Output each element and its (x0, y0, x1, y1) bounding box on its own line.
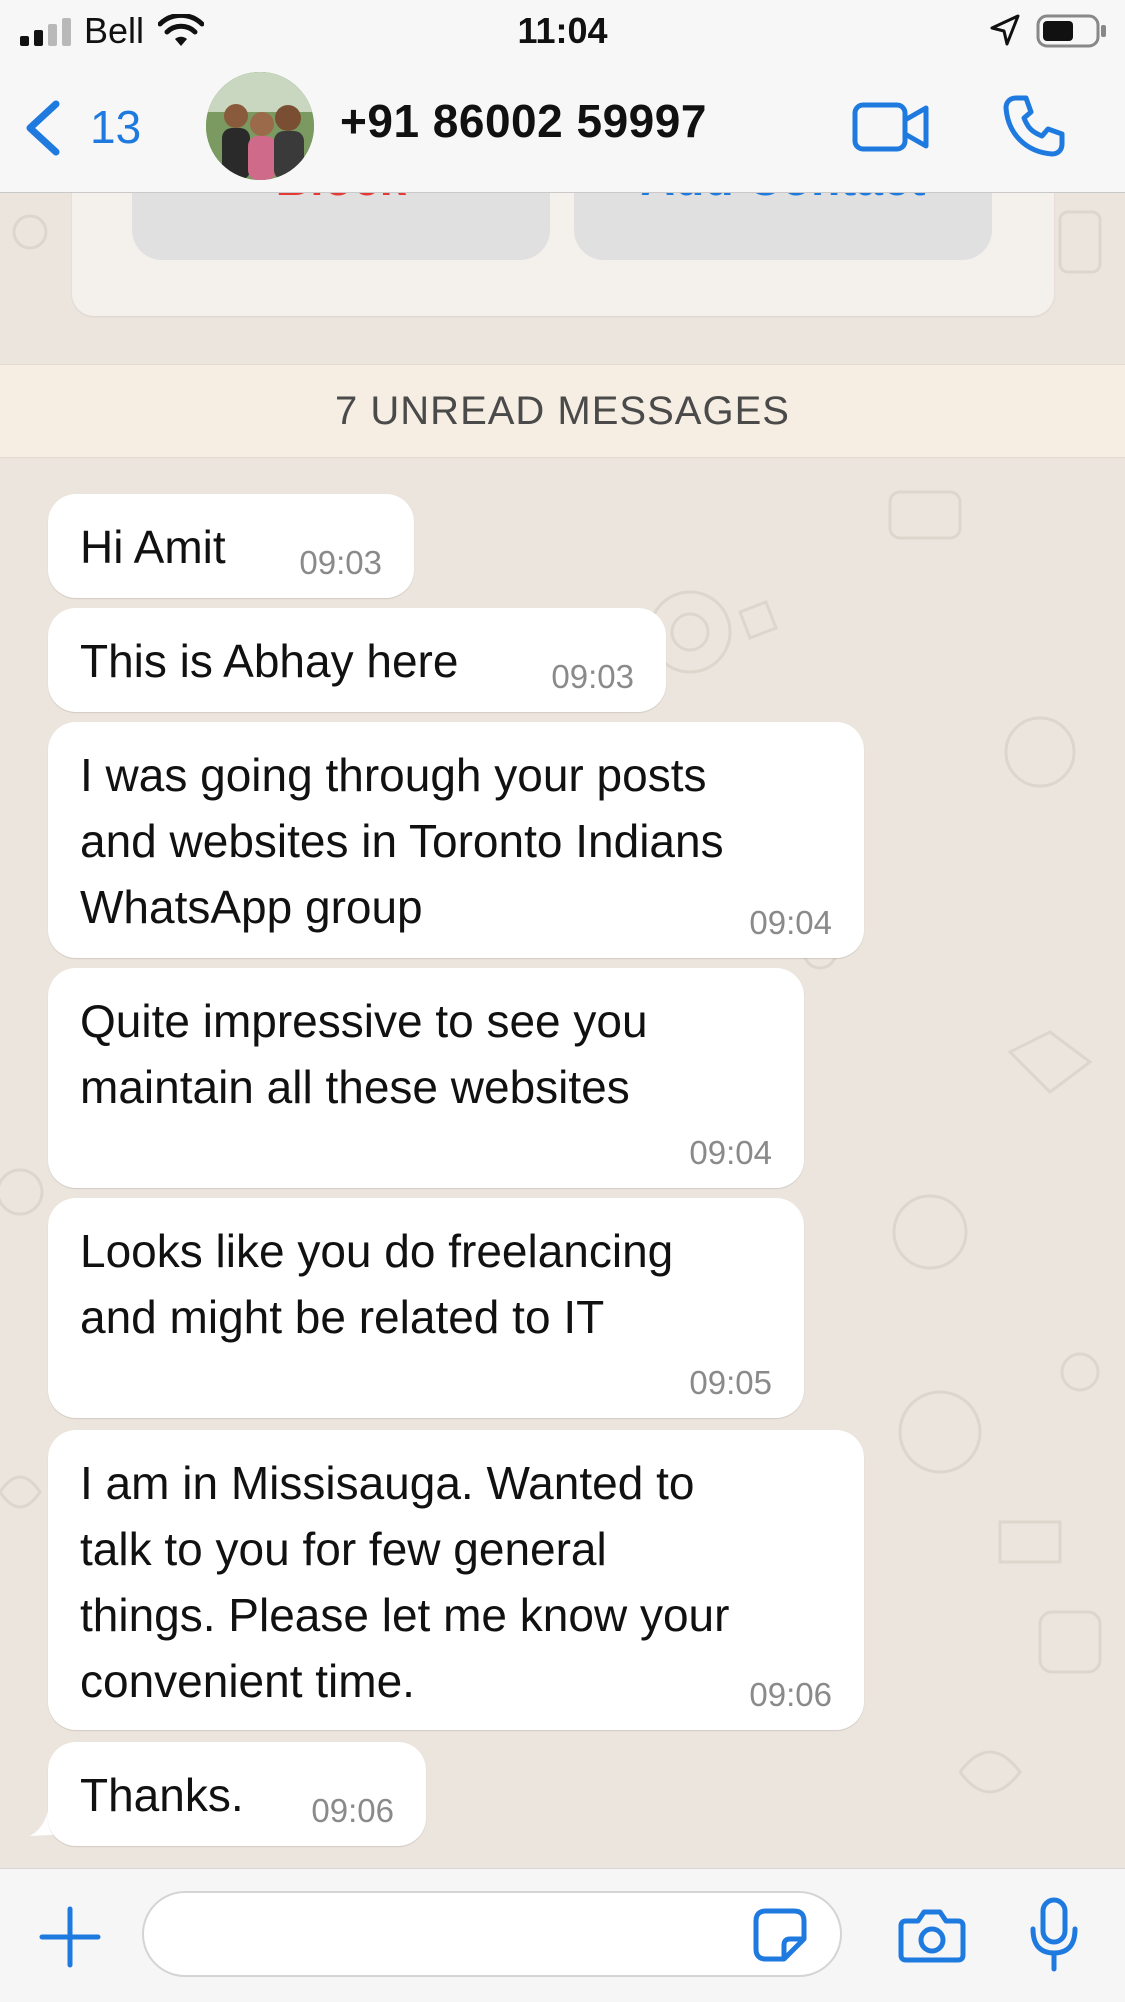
message-text: Quite impressive to see you maintain all… (80, 995, 648, 1113)
status-bar: Bell 11:04 (0, 0, 1125, 64)
message-time: 09:05 (689, 1364, 772, 1401)
unread-chats-count: 13 (90, 101, 142, 153)
message-text: Looks like you do freelancing and might … (80, 1225, 674, 1343)
chat-area[interactable]: Block Add Contact 7 UNREAD MESSAGES Hi A… (0, 192, 1125, 1868)
microphone-icon[interactable] (1028, 1897, 1080, 1973)
message-bubble[interactable]: Looks like you do freelancing and might … (48, 1198, 804, 1418)
message-bubble[interactable]: I was going through your posts and websi… (48, 722, 864, 958)
avatar-photo (206, 72, 314, 180)
contact-avatar[interactable] (206, 72, 314, 180)
plus-icon[interactable] (38, 1905, 102, 1969)
unread-messages-banner: 7 UNREAD MESSAGES (0, 364, 1125, 458)
security-card: Block Add Contact (72, 192, 1054, 316)
back-button[interactable]: 13 (22, 94, 152, 160)
message-time: 09:03 (551, 658, 634, 695)
add-contact-button[interactable]: Add Contact (574, 192, 992, 260)
location-arrow-icon (990, 14, 1020, 46)
video-call-icon[interactable] (852, 100, 930, 154)
contact-name[interactable]: +91 86002 59997 (340, 94, 707, 148)
message-bubble[interactable]: Quite impressive to see you maintain all… (48, 968, 804, 1188)
composer-bar (0, 1868, 1125, 2002)
message-text: I was going through your posts and websi… (80, 749, 724, 933)
battery-icon (1036, 14, 1106, 48)
sticker-icon[interactable] (752, 1907, 808, 1963)
message-time: 09:06 (311, 1792, 394, 1829)
message-time: 09:03 (299, 544, 382, 581)
message-bubble[interactable]: Hi Amit 09:03 (48, 494, 414, 598)
message-bubble[interactable]: I am in Missisauga. Wanted to talk to yo… (48, 1430, 864, 1730)
message-time: 09:06 (749, 1676, 832, 1713)
message-bubble[interactable]: This is Abhay here 09:03 (48, 608, 666, 712)
chat-header: 13 +91 86002 59997 (0, 64, 1125, 193)
clock: 11:04 (517, 10, 608, 51)
message-bubble[interactable]: Thanks. 09:06 (48, 1742, 426, 1846)
chevron-left-icon (26, 100, 60, 156)
message-input[interactable] (142, 1891, 842, 1977)
message-time: 09:04 (689, 1134, 772, 1171)
phone-icon[interactable] (1002, 94, 1066, 158)
camera-icon[interactable] (898, 1907, 966, 1963)
message-text: I am in Missisauga. Wanted to talk to yo… (80, 1457, 730, 1707)
block-button[interactable]: Block (132, 192, 550, 260)
message-time: 09:04 (749, 904, 832, 941)
